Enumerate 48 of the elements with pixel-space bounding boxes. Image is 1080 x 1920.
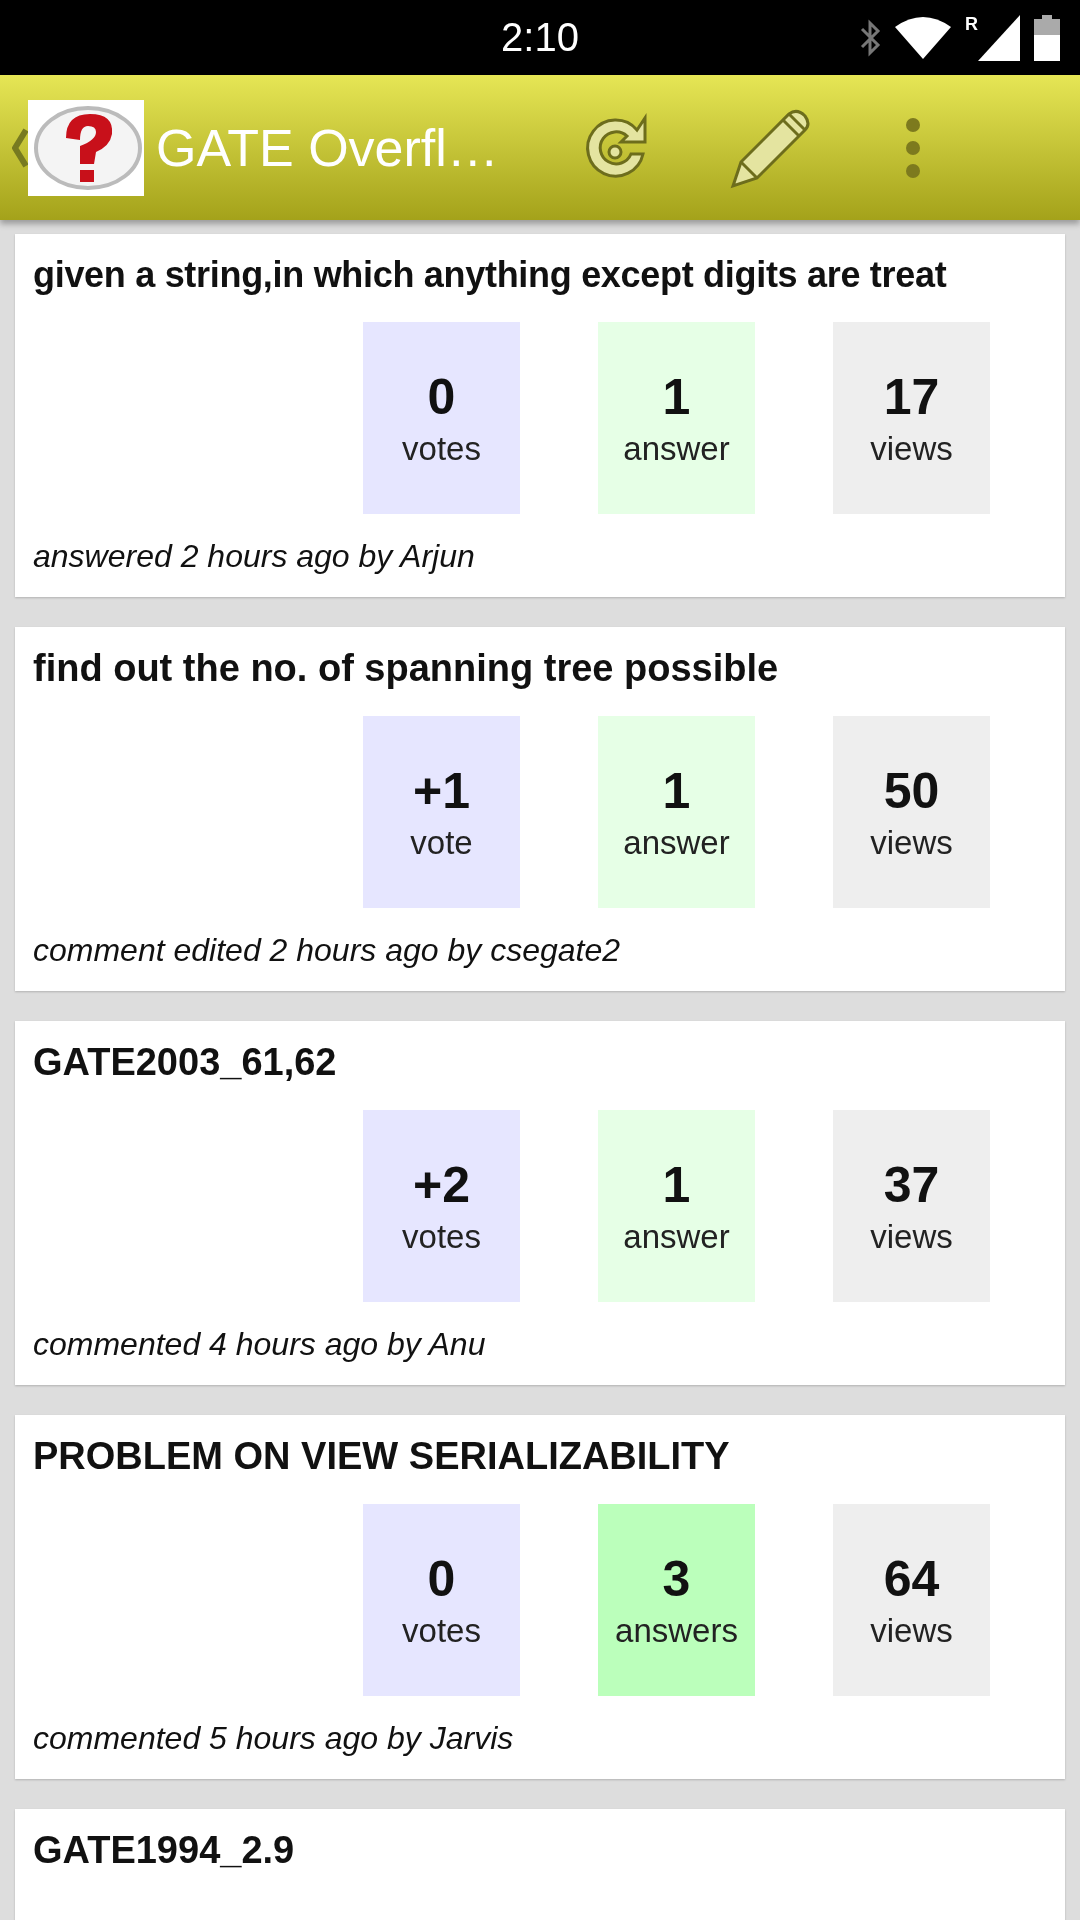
answers-count: 1 (662, 762, 691, 820)
views-count: 50 (883, 762, 940, 820)
views-count: 37 (883, 1156, 940, 1214)
question-title[interactable]: find out the no. of spanning tree possible (33, 647, 1047, 690)
votes-label: votes (402, 1218, 481, 1256)
activity-meta: commented 5 hours ago by Jarvis (33, 1720, 515, 1757)
views-label: views (870, 824, 953, 862)
activity-meta: commented 4 hours ago by Anu (33, 1326, 487, 1363)
question-title[interactable]: GATE1994_2.9 (33, 1829, 1047, 1872)
app-title: GATE Overfl… (156, 117, 499, 178)
question-card[interactable]: GATE1994_2.9 (15, 1809, 1065, 1920)
answers-label: answer (623, 1218, 730, 1256)
votes-label: votes (402, 1612, 481, 1650)
answers-count: 1 (662, 1156, 691, 1214)
question-card[interactable]: GATE2003_61,62 +2 votes 1 answer 37 views commented 4 hours ago by Anu (15, 1021, 1065, 1385)
views-count: 64 (883, 1550, 940, 1608)
views-count: 17 (883, 368, 940, 426)
roaming-indicator: R (965, 14, 978, 33)
battery-icon (1034, 14, 1060, 61)
answers-count: 1 (662, 368, 691, 426)
question-title[interactable]: PROBLEM ON VIEW SERIALIZABILITY (33, 1435, 1047, 1478)
bluetooth-icon (859, 17, 881, 58)
question-title[interactable]: given a string,in which anything except digits are treat (33, 254, 1047, 296)
answers-label: answer (623, 824, 730, 862)
question-title[interactable]: GATE2003_61,62 (33, 1041, 1047, 1084)
signal-icon (978, 14, 1020, 61)
votes-count: +1 (413, 762, 470, 820)
status-time: 2:10 (501, 15, 579, 60)
votes-count: 0 (427, 1550, 456, 1608)
question-card[interactable]: given a string,in which anything except digits are treat 0 votes 1 answer 17 views answered 2 hours ago by Arjun (15, 234, 1065, 597)
answers-label: answer (623, 430, 730, 468)
app-logo[interactable] (28, 99, 144, 196)
answers-label: answers (615, 1612, 738, 1650)
votes-label: vote (410, 824, 473, 862)
back-chevron-icon[interactable] (12, 127, 28, 168)
overflow-menu-icon[interactable] (904, 116, 921, 179)
wifi-icon (895, 16, 951, 59)
votes-count: 0 (427, 368, 456, 426)
views-label: views (870, 1612, 953, 1650)
question-card[interactable]: find out the no. of spanning tree possible +1 vote 1 answer 50 views comment edited 2 hours ago by csegate2 (15, 627, 1065, 991)
votes-label: votes (402, 430, 481, 468)
votes-count: +2 (413, 1156, 470, 1214)
answers-count: 3 (662, 1550, 691, 1608)
views-label: views (870, 1218, 953, 1256)
question-card[interactable]: PROBLEM ON VIEW SERIALIZABILITY 0 votes 3 answers 64 views commented 5 hours ago by Jarvis (15, 1415, 1065, 1779)
views-label: views (870, 430, 953, 468)
activity-meta: answered 2 hours ago by Arjun (33, 538, 476, 575)
activity-meta: comment edited 2 hours ago by csegate2 (33, 932, 622, 969)
